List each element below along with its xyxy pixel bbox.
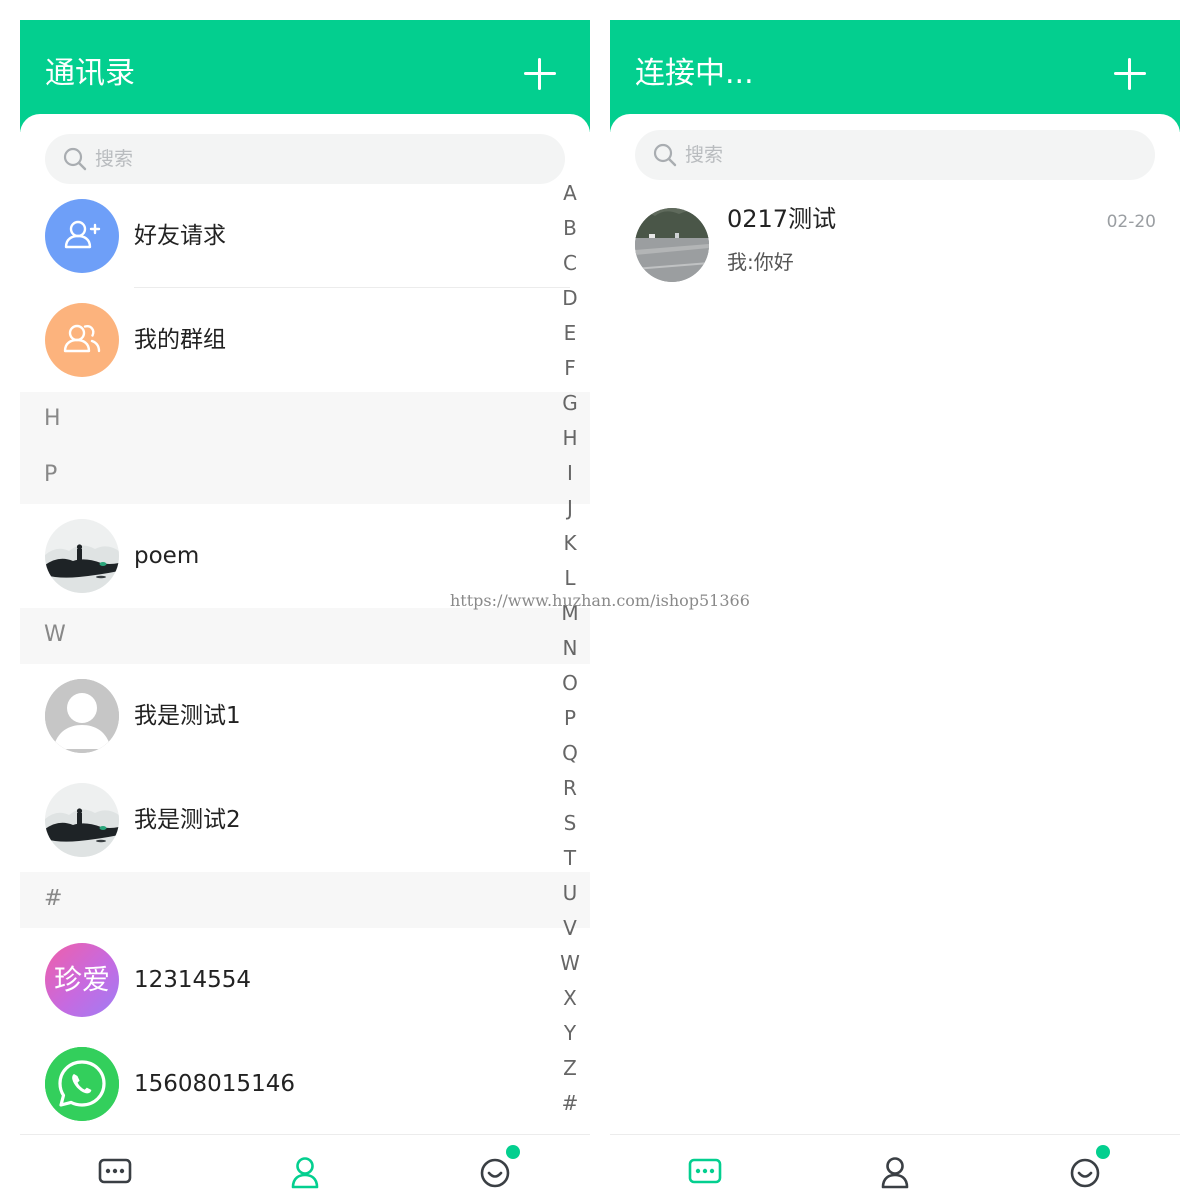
contact-name: poem bbox=[134, 543, 200, 569]
contact-item-test1[interactable]: 我是测试1 bbox=[20, 664, 570, 768]
index-letter[interactable]: F bbox=[550, 351, 590, 386]
street-photo-avatar bbox=[635, 208, 709, 282]
index-letter[interactable]: U bbox=[550, 876, 590, 911]
group-icon bbox=[63, 324, 101, 353]
notification-dot bbox=[506, 1145, 520, 1159]
bottom-tab-bar bbox=[610, 1134, 1180, 1200]
alphabet-index-bar[interactable]: A B C D E F G H I J K L M N O P Q R S T U V W X Y Z # bbox=[550, 176, 590, 1121]
contact-name: 我是测试1 bbox=[134, 703, 241, 729]
index-letter[interactable]: K bbox=[550, 526, 590, 561]
tab-discover[interactable] bbox=[1068, 1145, 1110, 1193]
section-label: # bbox=[44, 886, 63, 911]
bottom-tab-bar bbox=[20, 1134, 590, 1200]
index-letter[interactable]: G bbox=[550, 386, 590, 421]
zhenai-logo-avatar: 珍爱 bbox=[45, 943, 119, 1017]
smiley-icon bbox=[480, 1158, 510, 1188]
contacts-icon bbox=[291, 1157, 319, 1189]
conversation-item[interactable]: 0217测试 我:你好 02-20 bbox=[610, 114, 1180, 304]
section-header-hash: # bbox=[20, 872, 590, 928]
tab-contacts[interactable] bbox=[288, 1153, 322, 1193]
my-groups-avatar bbox=[45, 303, 119, 377]
contact-name: 12314554 bbox=[134, 967, 252, 993]
index-letter[interactable]: O bbox=[550, 666, 590, 701]
index-letter[interactable]: # bbox=[550, 1086, 590, 1121]
tab-chats[interactable] bbox=[98, 1153, 132, 1193]
contacts-icon bbox=[881, 1157, 909, 1189]
contact-item-test2[interactable]: 我是测试2 bbox=[20, 768, 570, 872]
index-letter[interactable]: V bbox=[550, 911, 590, 946]
index-letter[interactable]: N bbox=[550, 631, 590, 666]
avatar-text: 珍爱 bbox=[53, 963, 110, 996]
ink-landscape-avatar bbox=[45, 783, 119, 857]
chats-content: 0217测试 我:你好 02-20 bbox=[610, 114, 1180, 1200]
index-letter[interactable]: H bbox=[550, 421, 590, 456]
friend-requests-avatar bbox=[45, 199, 119, 273]
friend-requests-item[interactable]: 好友请求 bbox=[20, 184, 570, 288]
tab-contacts[interactable] bbox=[878, 1153, 912, 1193]
index-letter[interactable]: E bbox=[550, 316, 590, 351]
conversation-preview: 我:你好 bbox=[727, 250, 794, 274]
section-header-h: H bbox=[20, 392, 590, 448]
contact-name: 15608015146 bbox=[134, 1071, 295, 1097]
index-letter[interactable]: A bbox=[550, 176, 590, 211]
index-letter[interactable]: Q bbox=[550, 736, 590, 771]
my-groups-label: 我的群组 bbox=[134, 327, 226, 353]
chat-bubble-icon bbox=[98, 1158, 132, 1184]
index-letter[interactable]: X bbox=[550, 981, 590, 1016]
ink-landscape-avatar bbox=[45, 519, 119, 593]
notification-dot bbox=[1096, 1145, 1110, 1159]
search-icon bbox=[63, 147, 87, 171]
search-input[interactable] bbox=[95, 134, 535, 184]
add-button[interactable] bbox=[1114, 58, 1146, 90]
friend-requests-label: 好友请求 bbox=[134, 223, 226, 249]
conversation-time: 02-20 bbox=[1106, 212, 1156, 232]
index-letter[interactable]: S bbox=[550, 806, 590, 841]
my-groups-item[interactable]: 我的群组 bbox=[20, 288, 570, 392]
add-button[interactable] bbox=[524, 58, 556, 90]
conversation-title: 0217测试 bbox=[727, 205, 837, 233]
contact-item-15608015146[interactable]: 15608015146 bbox=[20, 1032, 570, 1136]
contact-name: 我是测试2 bbox=[134, 807, 241, 833]
index-letter[interactable]: I bbox=[550, 456, 590, 491]
tab-discover[interactable] bbox=[478, 1145, 520, 1193]
index-letter[interactable]: D bbox=[550, 281, 590, 316]
watermark-text: https://www.huzhan.com/ishop51366 bbox=[450, 591, 750, 610]
search-bar[interactable] bbox=[45, 134, 565, 184]
section-label: H bbox=[44, 406, 61, 431]
section-header-p: P bbox=[20, 448, 590, 504]
section-label: P bbox=[44, 462, 58, 487]
index-letter[interactable]: C bbox=[550, 246, 590, 281]
index-letter[interactable]: W bbox=[550, 946, 590, 981]
contact-item-12314554[interactable]: 珍爱 12314554 bbox=[20, 928, 570, 1032]
add-user-icon bbox=[64, 220, 101, 249]
index-letter[interactable]: R bbox=[550, 771, 590, 806]
section-header-w: W bbox=[20, 608, 590, 664]
index-letter[interactable]: P bbox=[550, 701, 590, 736]
contacts-content: 好友请求 我的群组 H P bbox=[20, 114, 590, 1200]
index-letter[interactable]: J bbox=[550, 491, 590, 526]
smiley-icon bbox=[1070, 1158, 1100, 1188]
index-letter[interactable]: B bbox=[550, 211, 590, 246]
chat-bubble-icon bbox=[688, 1158, 722, 1184]
index-letter[interactable]: T bbox=[550, 841, 590, 876]
whatsapp-logo-avatar bbox=[45, 1047, 119, 1121]
default-person-avatar bbox=[45, 679, 119, 753]
index-letter[interactable]: Z bbox=[550, 1051, 590, 1086]
page-title: 连接中... bbox=[635, 56, 754, 91]
index-letter[interactable]: Y bbox=[550, 1016, 590, 1051]
section-label: W bbox=[44, 622, 66, 647]
tab-chats[interactable] bbox=[688, 1153, 722, 1193]
page-title: 通讯录 bbox=[45, 56, 135, 91]
